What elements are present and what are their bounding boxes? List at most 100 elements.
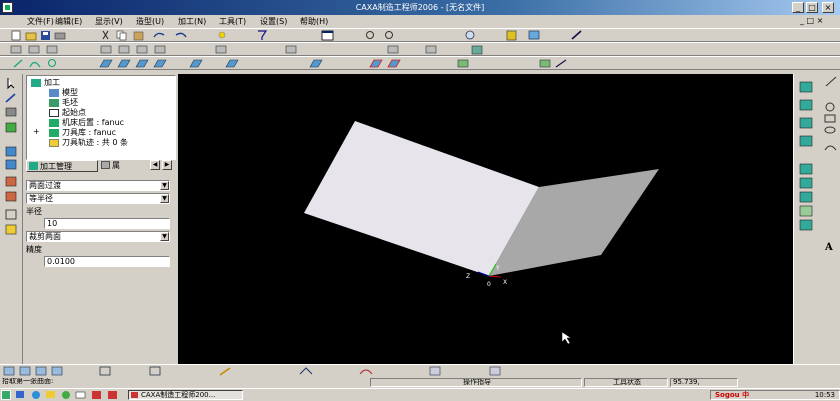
hide-icon[interactable]	[387, 45, 399, 54]
properties-icon[interactable]	[5, 122, 17, 133]
measure-icon[interactable]	[471, 45, 483, 55]
show-icon[interactable]	[425, 45, 437, 54]
edit-icon[interactable]	[5, 93, 16, 103]
delete-icon[interactable]	[5, 107, 17, 117]
spline-tool-icon[interactable]	[824, 145, 837, 151]
tree-expander[interactable]: +	[33, 127, 40, 136]
layers-icon[interactable]	[528, 30, 540, 40]
dimension-icon[interactable]	[799, 81, 813, 93]
viewport-canvas[interactable]: Y X Z 0	[178, 74, 793, 364]
app-shortcut-2-icon[interactable]	[108, 391, 117, 399]
rect-tool-icon[interactable]	[824, 114, 836, 123]
explorer-icon[interactable]	[46, 391, 55, 398]
tree-node-toolpaths[interactable]: 刀具轨迹 : 共 0 条	[49, 137, 128, 148]
loft-surface-icon[interactable]	[135, 59, 149, 68]
offset-curve-icon[interactable]	[799, 135, 813, 147]
radius-type-select[interactable]: 等半径 ▼	[26, 193, 170, 204]
extrude-surface-icon[interactable]	[99, 59, 113, 68]
menu-tools[interactable]: 工具(T)	[219, 16, 246, 27]
break-curve-icon[interactable]	[799, 191, 813, 203]
light-icon[interactable]	[218, 31, 226, 39]
rotate-view-icon[interactable]	[465, 30, 475, 40]
media-icon[interactable]	[62, 391, 70, 399]
circle-icon[interactable]	[47, 58, 57, 68]
menu-help[interactable]: 帮助(H)	[300, 16, 328, 27]
layout-icon[interactable]	[5, 224, 17, 235]
pencil-tool-icon[interactable]	[571, 30, 582, 40]
circle-tool-icon[interactable]	[825, 102, 835, 112]
verify-icon[interactable]	[489, 366, 501, 376]
shading-icon[interactable]	[506, 30, 517, 41]
join-curve-icon[interactable]	[799, 205, 813, 217]
transition-type-select[interactable]: 两面过渡 ▼	[26, 180, 170, 191]
filter-icon[interactable]	[258, 30, 268, 40]
tab-properties[interactable]: 属	[99, 160, 129, 172]
pen-icon[interactable]	[219, 367, 231, 376]
mirror-icon[interactable]	[118, 45, 130, 54]
new-file-icon[interactable]	[11, 30, 21, 41]
drawing-icon[interactable]	[5, 209, 17, 220]
transform-icon[interactable]	[5, 176, 17, 187]
select-rect-icon[interactable]	[10, 45, 22, 54]
path-icon[interactable]	[299, 367, 313, 375]
radius-input[interactable]: 10	[44, 218, 170, 229]
trim-mode-select[interactable]: 裁剪两面 ▼	[26, 231, 170, 242]
tab-scroll-right[interactable]: ▶	[162, 160, 172, 170]
revolve-surface-icon[interactable]	[117, 59, 131, 68]
graphics-viewport[interactable]: Y X Z 0	[178, 74, 793, 364]
save-icon[interactable]	[41, 31, 50, 40]
hatch-icon[interactable]	[5, 159, 17, 170]
ellipse-tool-icon[interactable]	[824, 126, 836, 134]
simulate-icon[interactable]	[429, 366, 441, 376]
view-front-icon[interactable]	[3, 366, 15, 376]
select-arrow-icon[interactable]	[7, 78, 15, 90]
mail-icon[interactable]	[75, 391, 86, 399]
ime-indicator[interactable]: Sogou 中	[715, 391, 749, 399]
close-button[interactable]: ×	[822, 2, 834, 13]
line-tool-icon[interactable]	[825, 76, 837, 87]
line-icon[interactable]	[13, 59, 23, 68]
sweep-surface-icon[interactable]	[153, 59, 167, 68]
curve-path-icon[interactable]	[359, 369, 373, 375]
rotate-entity-icon[interactable]	[100, 45, 112, 54]
copy-entity-icon[interactable]	[46, 45, 58, 54]
menu-modeling[interactable]: 造型(U)	[136, 16, 164, 27]
window-layout-icon[interactable]	[321, 30, 334, 41]
redo-icon[interactable]	[175, 32, 187, 38]
offset-surface-icon[interactable]	[189, 59, 203, 68]
chevron-down-icon[interactable]: ▼	[160, 232, 169, 241]
slash-icon[interactable]	[555, 59, 567, 68]
menu-file[interactable]: 文件(F)	[27, 16, 54, 27]
zoom-in-icon[interactable]	[385, 31, 393, 39]
scale-icon[interactable]	[154, 45, 166, 54]
view-left-icon[interactable]	[35, 366, 47, 376]
paste-icon[interactable]	[133, 31, 144, 41]
menu-edit[interactable]: 编辑(E)	[55, 16, 82, 27]
feature-icon[interactable]	[457, 59, 469, 68]
fillet-surface-icon[interactable]	[309, 59, 323, 68]
menu-settings[interactable]: 设置(S)	[260, 16, 287, 27]
project-icon[interactable]	[799, 163, 813, 175]
maximize-button[interactable]: □	[806, 2, 818, 13]
minimize-button[interactable]: _	[792, 2, 804, 13]
array-icon[interactable]	[136, 45, 148, 54]
arc-icon[interactable]	[29, 61, 41, 68]
extend-surface-icon[interactable]	[387, 59, 401, 68]
text-tool-icon[interactable]: A	[824, 242, 833, 253]
tab-machining-manager[interactable]: 加工管理	[26, 160, 98, 172]
curve-edit-icon[interactable]	[799, 117, 813, 129]
open-file-icon[interactable]	[25, 32, 37, 41]
print-icon[interactable]	[54, 32, 66, 40]
move-icon[interactable]	[28, 45, 40, 54]
browser-icon[interactable]	[32, 391, 40, 399]
trim-surface-icon[interactable]	[369, 59, 383, 68]
layer-icon[interactable]	[5, 191, 17, 202]
sketch-icon[interactable]	[215, 45, 227, 54]
mdi-window-controls[interactable]: _ □ ×	[800, 16, 823, 25]
query-icon[interactable]	[5, 146, 17, 157]
copy-icon[interactable]	[116, 30, 127, 41]
trim-curve-icon[interactable]	[799, 177, 813, 189]
cut-icon[interactable]	[102, 30, 109, 40]
view-top-icon[interactable]	[19, 366, 31, 376]
start-button[interactable]	[1, 390, 11, 400]
